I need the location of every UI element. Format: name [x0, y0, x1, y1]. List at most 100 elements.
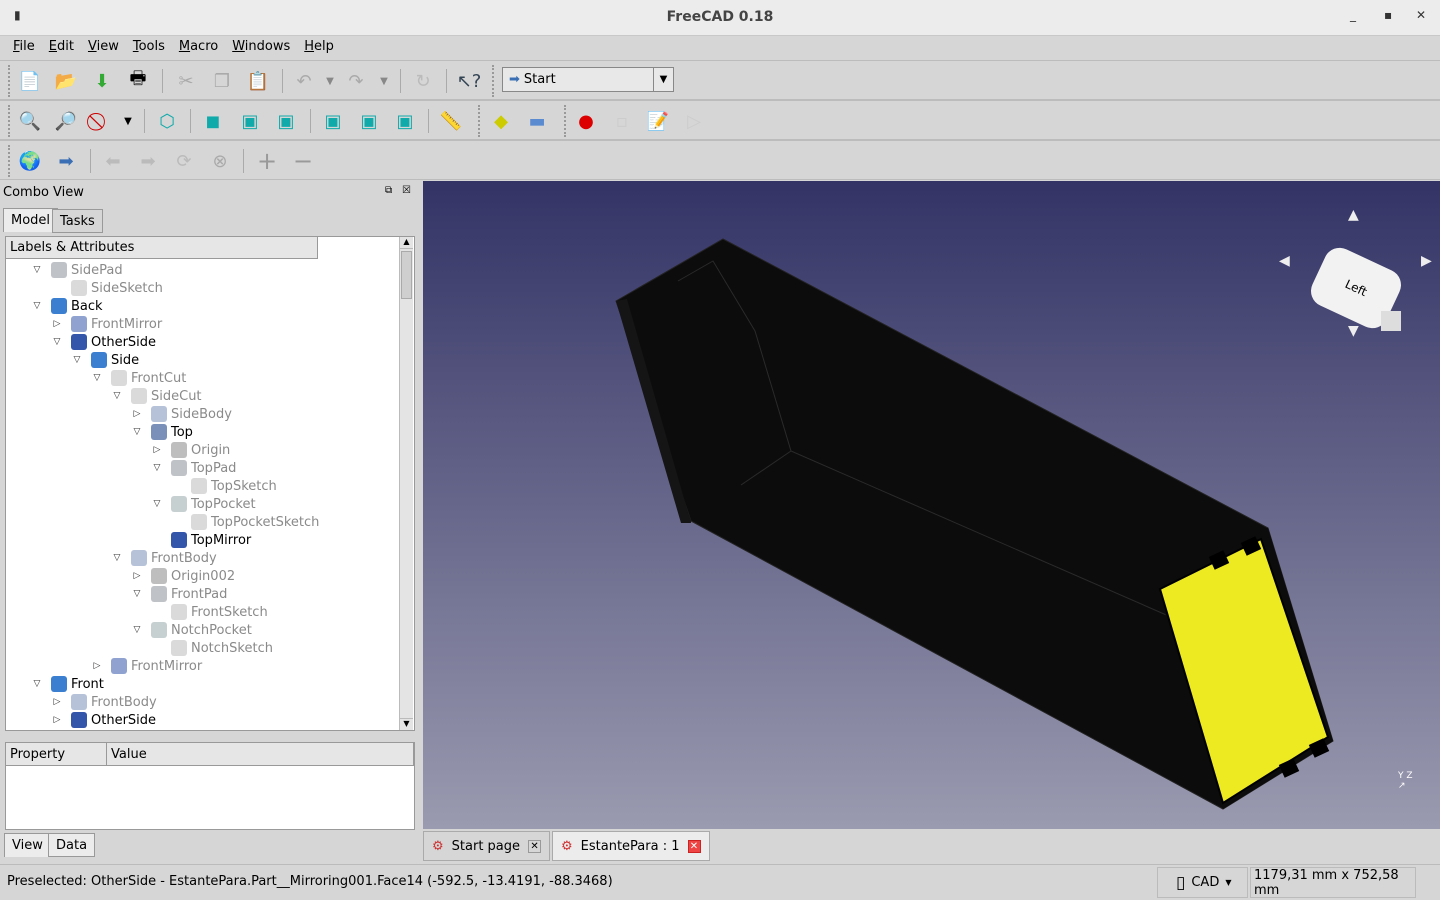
macros-icon[interactable]: 📝	[646, 109, 670, 133]
tab-estantepara[interactable]: ⚙ EstantePara : 1 ✕	[552, 831, 710, 861]
create-part-icon[interactable]: ◆	[489, 109, 513, 133]
navigation-style-button[interactable]: ▯ CAD ▼	[1157, 867, 1248, 898]
tree-item[interactable]: ▽ NotchPocket	[131, 621, 252, 639]
tree-item[interactable]: TopMirror	[151, 531, 251, 549]
refresh-icon[interactable]: ↻	[411, 69, 435, 93]
isometric-view-icon[interactable]: ⬡	[155, 109, 179, 133]
tree-item[interactable]: ▽ Front	[31, 675, 104, 693]
tree-item[interactable]: ▷ Origin002	[131, 567, 235, 585]
draw-style-dropdown-icon[interactable]: ▼	[116, 109, 140, 133]
tree-item[interactable]: SideSketch	[51, 279, 163, 297]
tab-data[interactable]: Data	[48, 833, 96, 857]
whats-this-icon[interactable]: ↖?	[457, 69, 482, 93]
menu-view[interactable]: View	[81, 37, 126, 59]
tree-item[interactable]: TopPocketSketch	[171, 513, 319, 531]
tab-model[interactable]: Model	[3, 208, 59, 232]
collapse-arrow-icon[interactable]: ▷	[51, 715, 63, 725]
forward-icon[interactable]: ➡	[136, 149, 160, 173]
expand-arrow-icon[interactable]: ▽	[151, 499, 163, 509]
tree-item[interactable]: ▽ Back	[31, 297, 103, 315]
toolbar-grip[interactable]	[8, 105, 13, 137]
right-view-icon[interactable]: ▣	[274, 109, 298, 133]
tree-item[interactable]: ▽ Side	[71, 351, 139, 369]
collapse-arrow-icon[interactable]: ▷	[91, 661, 103, 671]
fit-selection-icon[interactable]: 🔎	[54, 109, 78, 133]
rear-view-icon[interactable]: ▣	[321, 109, 345, 133]
undo-dropdown-icon[interactable]: ▼	[318, 69, 342, 93]
toolbar-grip[interactable]	[8, 65, 13, 97]
print-icon[interactable]: 🖶	[126, 68, 150, 93]
scrollbar-thumb[interactable]	[401, 251, 412, 299]
reload-icon[interactable]: ⟳	[172, 149, 196, 173]
rotate-up-icon[interactable]: ▲	[1348, 207, 1359, 223]
menu-windows[interactable]: Windows	[225, 37, 297, 59]
run-macro-icon[interactable]: ▷	[682, 109, 706, 133]
fit-all-icon[interactable]: 🔍	[18, 109, 42, 133]
expand-arrow-icon[interactable]: ▽	[111, 553, 123, 563]
expand-arrow-icon[interactable]: ▽	[131, 625, 143, 635]
menu-help[interactable]: Help	[297, 37, 341, 59]
minimize-button[interactable]: _	[1350, 8, 1356, 22]
tree-item[interactable]: ▽ TopPad	[151, 459, 236, 477]
expand-arrow-icon[interactable]: ▽	[131, 589, 143, 599]
record-macro-icon[interactable]: ●	[574, 109, 598, 133]
tree-item[interactable]: ▷ Origin	[151, 441, 230, 459]
cut-icon[interactable]: ✂	[174, 69, 198, 93]
stop-macro-icon[interactable]: ▫	[610, 109, 634, 133]
tree-item[interactable]: FrontSketch	[151, 603, 268, 621]
new-file-icon[interactable]: 📄	[18, 69, 42, 93]
bottom-view-icon[interactable]: ▣	[357, 109, 381, 133]
toolbar-grip[interactable]	[478, 105, 483, 137]
tree-item[interactable]: ▷ FrontMirror	[91, 657, 202, 675]
globe-icon[interactable]: 🌍	[18, 149, 42, 173]
tree-item[interactable]: ▽ SideCut	[111, 387, 202, 405]
tree-item[interactable]: ▽ OtherSide	[51, 333, 156, 351]
expand-arrow-icon[interactable]: ▽	[71, 355, 83, 365]
tree-item[interactable]: ▷ FrontBody	[51, 693, 157, 711]
tree-item[interactable]: TopSketch	[171, 477, 277, 495]
close-tab-icon[interactable]: ✕	[687, 839, 701, 853]
collapse-arrow-icon[interactable]: ▷	[51, 319, 63, 329]
save-icon[interactable]: ⬇	[90, 69, 114, 93]
expand-arrow-icon[interactable]: ▽	[111, 391, 123, 401]
workbench-selector[interactable]: ➡ Start ▼	[502, 67, 674, 92]
tree-item[interactable]: ▷ OtherSide	[51, 711, 156, 729]
tree-item[interactable]: ▷ SideBody	[131, 405, 232, 423]
paste-icon[interactable]: 📋	[246, 69, 270, 93]
tree-item[interactable]: ▷ FrontMirror	[51, 315, 162, 333]
rotate-down-icon[interactable]: ▼	[1348, 323, 1359, 339]
rotate-left-icon[interactable]: ◀	[1279, 253, 1290, 269]
toolbar-grip[interactable]	[492, 65, 497, 97]
navcube-menu-icon[interactable]	[1381, 311, 1401, 331]
maximize-button[interactable]: ▪	[1384, 8, 1392, 22]
tree-item[interactable]: NotchSketch	[151, 639, 273, 657]
back-icon[interactable]: ⬅	[101, 149, 125, 173]
create-group-icon[interactable]: ▬	[525, 109, 549, 133]
expand-arrow-icon[interactable]: ▽	[31, 265, 43, 275]
expand-arrow-icon[interactable]: ▽	[31, 301, 43, 311]
zoom-out-icon[interactable]: −	[291, 147, 315, 175]
menu-file[interactable]: File	[6, 37, 42, 59]
copy-icon[interactable]: ❐	[210, 69, 234, 93]
expand-arrow-icon[interactable]: ▽	[151, 463, 163, 473]
navigation-cube[interactable]: ▲ ◀ ▶ ▼ Left	[1279, 207, 1432, 341]
toolbar-grip[interactable]	[8, 145, 13, 177]
tree-item[interactable]: ▽ FrontBody	[111, 549, 217, 567]
left-view-icon[interactable]: ▣	[393, 109, 417, 133]
tab-start-page[interactable]: ⚙ Start page ✕	[423, 831, 551, 861]
redo-dropdown-icon[interactable]: ▼	[372, 69, 396, 93]
float-icon[interactable]: ⧉	[385, 185, 392, 196]
undo-icon[interactable]: ↶	[292, 69, 316, 93]
menu-macro[interactable]: Macro	[172, 37, 225, 59]
collapse-arrow-icon[interactable]: ▷	[51, 697, 63, 707]
tab-tasks[interactable]: Tasks	[52, 209, 103, 233]
zoom-in-icon[interactable]: +	[255, 147, 279, 175]
open-file-icon[interactable]: 📂	[54, 69, 78, 93]
redo-icon[interactable]: ↷	[344, 69, 368, 93]
tree-item[interactable]: ▽ FrontPad	[131, 585, 227, 603]
collapse-arrow-icon[interactable]: ▷	[151, 445, 163, 455]
tree-item[interactable]: ▽ SidePad	[31, 261, 123, 279]
tree-scrollbar[interactable]: ▲ ▼	[399, 237, 413, 730]
collapse-arrow-icon[interactable]: ▷	[131, 571, 143, 581]
close-panel-icon[interactable]: ☒	[402, 185, 411, 196]
